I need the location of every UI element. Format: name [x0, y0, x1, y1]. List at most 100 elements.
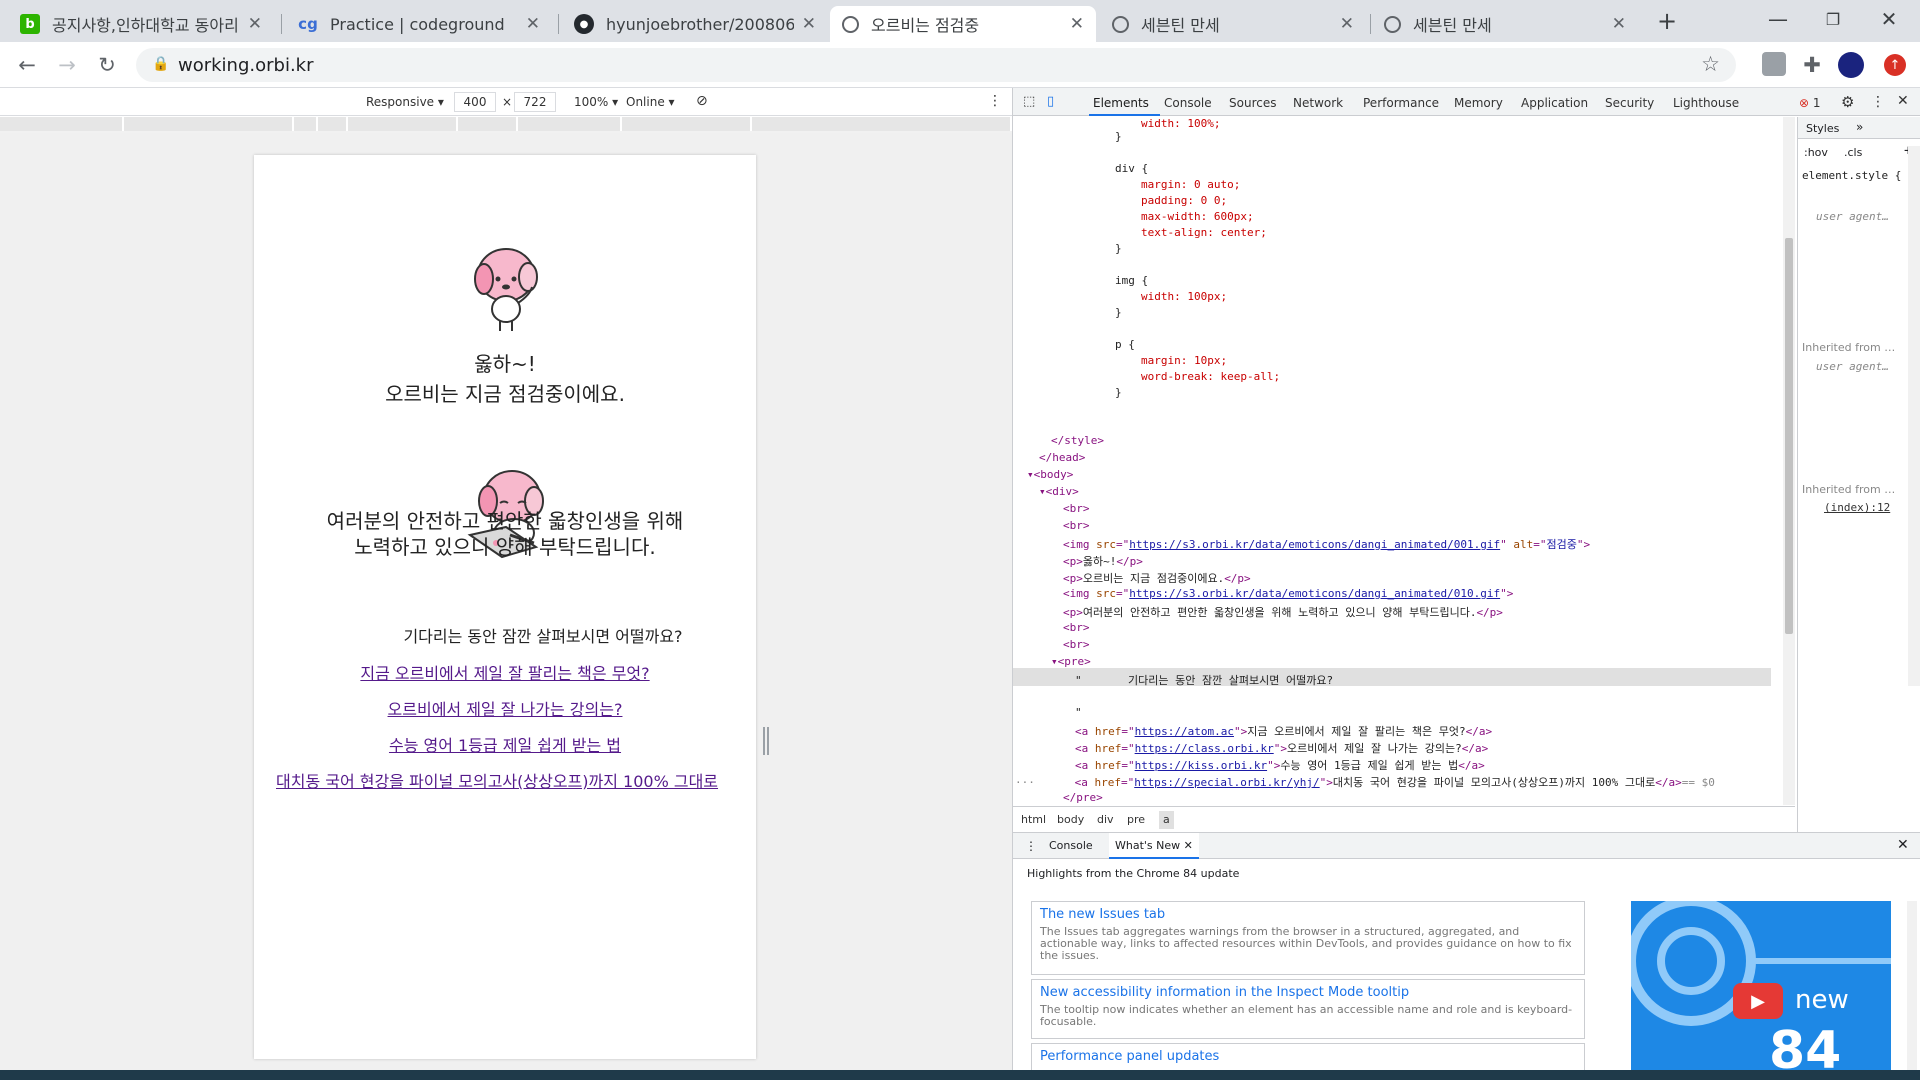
- link-bestseller[interactable]: 지금 오르비에서 제일 잘 팔리는 책은 무엇?: [254, 660, 756, 684]
- more-options-icon[interactable]: ⋮: [988, 93, 1002, 109]
- node-a-1[interactable]: <a href="https://atom.ac">지금 오르비에서 제일 잘 …: [1075, 723, 1492, 739]
- breadcrumb-html[interactable]: html: [1021, 813, 1046, 826]
- element-style-rule[interactable]: element.style {: [1802, 169, 1901, 182]
- maximize-icon[interactable]: ❐: [1810, 0, 1856, 38]
- browser-tab-5[interactable]: 세븐틴 만세 ✕: [1100, 6, 1366, 42]
- close-tab-icon[interactable]: ✕: [1340, 14, 1354, 34]
- devtools-menu-icon[interactable]: ⋮: [1871, 94, 1885, 110]
- tab-styles[interactable]: Styles: [1806, 122, 1839, 135]
- node-pre[interactable]: ▾<pre>: [1051, 655, 1091, 668]
- viewport-width-input[interactable]: [454, 92, 496, 112]
- media-query-segment[interactable]: [752, 117, 1012, 131]
- node-a-3[interactable]: <a href="https://kiss.orbi.kr">수능 영어 1등급…: [1075, 757, 1485, 773]
- viewport-resize-handle[interactable]: [763, 727, 769, 755]
- link-korean-mock-exam[interactable]: 대치동 국어 현강을 파이널 모의고사(상상오프)까지 100% 그대로: [276, 768, 756, 792]
- node-body[interactable]: ▾<body>: [1027, 468, 1073, 481]
- back-icon[interactable]: ←: [12, 50, 42, 80]
- youtube-play-icon[interactable]: ▶: [1733, 983, 1783, 1019]
- ellipsis-icon[interactable]: ···: [1015, 776, 1075, 789]
- media-query-segment[interactable]: [0, 117, 124, 131]
- media-query-segment[interactable]: [518, 117, 622, 131]
- more-tabs-icon[interactable]: »: [1856, 120, 1863, 134]
- close-tab-icon[interactable]: ✕: [526, 14, 540, 34]
- card-title[interactable]: New accessibility information in the Ins…: [1040, 985, 1576, 1000]
- href-link[interactable]: https://kiss.orbi.kr: [1135, 759, 1267, 772]
- whats-new-card[interactable]: The new Issues tab The Issues tab aggreg…: [1031, 901, 1585, 975]
- minimize-icon[interactable]: —: [1755, 0, 1801, 38]
- update-icon[interactable]: ↑: [1884, 54, 1906, 76]
- drawer-tab-whats-new[interactable]: What's New ✕: [1109, 833, 1199, 859]
- extension-icon[interactable]: [1762, 52, 1786, 76]
- link-english-tips[interactable]: 수능 영어 1등급 제일 쉽게 받는 법: [254, 732, 756, 756]
- breadcrumb-div[interactable]: div: [1097, 813, 1114, 826]
- whats-new-video[interactable]: ▶ new 84: [1631, 901, 1891, 1071]
- breadcrumb-pre[interactable]: pre: [1127, 813, 1145, 826]
- node-pre-close[interactable]: </pre>: [1063, 791, 1103, 804]
- hov-toggle[interactable]: :hov: [1804, 146, 1828, 159]
- tab-console[interactable]: Console: [1164, 96, 1212, 110]
- node-img-1[interactable]: <img src="https://s3.orbi.kr/data/emotic…: [1063, 536, 1590, 552]
- inspect-element-icon[interactable]: ⬚: [1023, 94, 1035, 109]
- img-src-link[interactable]: https://s3.orbi.kr/data/emoticons/dangi_…: [1129, 538, 1500, 551]
- tab-network[interactable]: Network: [1293, 96, 1343, 110]
- node-head-close[interactable]: </head>: [1039, 451, 1085, 464]
- profile-avatar[interactable]: [1838, 52, 1864, 78]
- browser-tab-6[interactable]: 세븐틴 만세 ✕: [1372, 6, 1638, 42]
- device-mode-select[interactable]: Responsive ▾: [366, 95, 444, 109]
- zoom-select[interactable]: 100% ▾: [574, 95, 618, 109]
- img-src-link[interactable]: https://s3.orbi.kr/data/emoticons/dangi_…: [1129, 587, 1500, 600]
- styles-scrollbar[interactable]: [1908, 146, 1920, 686]
- node-br[interactable]: <br>: [1063, 519, 1090, 532]
- media-query-segment[interactable]: [622, 117, 752, 131]
- new-tab-icon[interactable]: +: [1652, 6, 1682, 36]
- close-tab-icon[interactable]: ✕: [802, 14, 816, 34]
- node-style-close[interactable]: </style>: [1051, 434, 1104, 447]
- rotate-icon[interactable]: ⊘: [696, 93, 708, 109]
- close-drawer-icon[interactable]: ✕: [1897, 837, 1909, 853]
- media-query-segment[interactable]: [348, 117, 458, 131]
- elements-scroll-thumb[interactable]: [1785, 238, 1793, 634]
- cls-toggle[interactable]: .cls: [1844, 146, 1862, 159]
- node-img-2[interactable]: <img src="https://s3.orbi.kr/data/emotic…: [1063, 587, 1513, 600]
- settings-gear-icon[interactable]: ⚙: [1841, 93, 1854, 111]
- elements-tree[interactable]: width: 100%; } div { margin: 0 auto; pad…: [1013, 117, 1771, 805]
- tab-memory[interactable]: Memory: [1454, 96, 1503, 110]
- whats-new-card[interactable]: Performance panel updates: [1031, 1043, 1585, 1073]
- href-link[interactable]: https://special.orbi.kr/yhj/: [1134, 776, 1319, 789]
- drawer-tab-console[interactable]: Console: [1049, 839, 1093, 852]
- link-popular-lecture[interactable]: 오르비에서 제일 잘 나가는 강의는?: [254, 696, 756, 720]
- close-tab-icon[interactable]: ✕: [248, 14, 262, 34]
- href-link[interactable]: https://class.orbi.kr: [1135, 742, 1274, 755]
- node-p-2[interactable]: <p>오르비는 지금 점검중이에요.</p>: [1063, 570, 1251, 586]
- node-a-4-selected[interactable]: ··· <a href="https://special.orbi.kr/yhj…: [1015, 774, 1715, 790]
- error-count-badge[interactable]: ⊗ 1: [1799, 96, 1821, 110]
- browser-tab-2[interactable]: cg Practice | codeground ✕: [286, 6, 552, 42]
- media-query-segment[interactable]: [318, 117, 348, 131]
- extensions-puzzle-icon[interactable]: ✚: [1797, 50, 1827, 80]
- media-query-segment[interactable]: [458, 117, 518, 131]
- bookmark-star-icon[interactable]: ☆: [1701, 52, 1720, 76]
- tab-sources[interactable]: Sources: [1229, 96, 1276, 110]
- reload-icon[interactable]: ↻: [92, 50, 122, 80]
- whats-new-card[interactable]: New accessibility information in the Ins…: [1031, 979, 1585, 1039]
- node-a-2[interactable]: <a href="https://class.orbi.kr">오르비에서 제일…: [1075, 740, 1488, 756]
- browser-tab-1[interactable]: b 공지사항,인하대학교 동아리 ✕: [8, 6, 274, 42]
- href-link[interactable]: https://atom.ac: [1135, 725, 1234, 738]
- tab-performance[interactable]: Performance: [1363, 96, 1439, 110]
- drawer-menu-icon[interactable]: ⋮: [1025, 839, 1037, 853]
- tab-lighthouse[interactable]: Lighthouse: [1673, 96, 1739, 110]
- tab-security[interactable]: Security: [1605, 96, 1654, 110]
- node-br[interactable]: <br>: [1063, 621, 1090, 634]
- node-p-3[interactable]: <p>여러분의 안전하고 편안한 옯창인생을 위해 노력하고 있으니 양해 부탁…: [1063, 604, 1503, 620]
- media-query-segment[interactable]: [124, 117, 294, 131]
- close-tab-icon[interactable]: ✕: [1070, 14, 1084, 34]
- close-tab-icon[interactable]: ✕: [1612, 14, 1626, 34]
- breadcrumb-a[interactable]: a: [1159, 811, 1174, 829]
- tab-elements[interactable]: Elements: [1093, 96, 1149, 110]
- node-p-1[interactable]: <p>옳하~!</p>: [1063, 553, 1143, 569]
- address-bar[interactable]: 🔒 working.orbi.kr ☆: [136, 48, 1736, 82]
- pre-text-node[interactable]: " 기다리는 동안 잠깐 살펴보시면 어떨까요?: [1075, 672, 1333, 688]
- browser-tab-3[interactable]: ● hyunjoebrother/200806_Coc ✕: [562, 6, 828, 42]
- source-link[interactable]: (index):12: [1824, 501, 1890, 514]
- tab-application[interactable]: Application: [1521, 96, 1588, 110]
